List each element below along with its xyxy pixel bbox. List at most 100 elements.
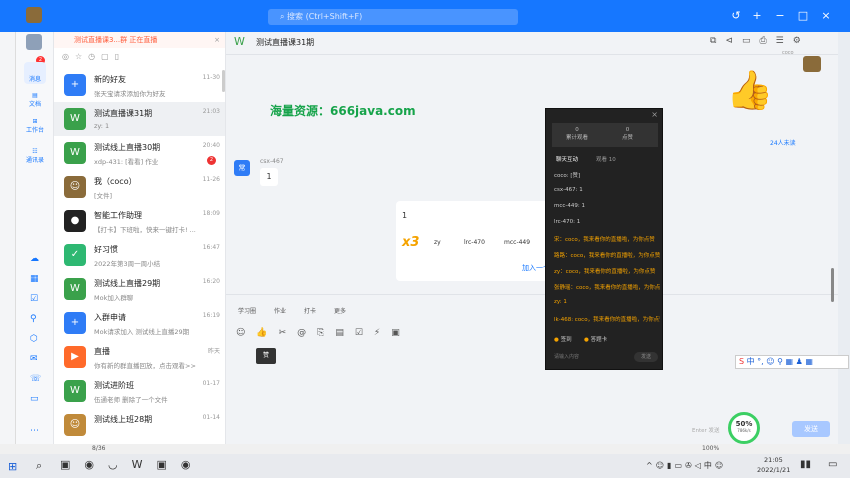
list-item[interactable]: W 测试直播课31期 zy: 1 21:03 — [54, 102, 225, 136]
list-item[interactable]: ● 智能工作助理 【打卡】下班啦，快来一键打卡! ... 18:09 — [54, 204, 225, 238]
read-count[interactable]: 24人未读 — [770, 138, 796, 147]
zoom-level[interactable]: 100% — [702, 445, 719, 452]
group-logo: W — [234, 35, 245, 48]
list-item-time: 昨天 — [207, 348, 220, 355]
chat-header-icons[interactable]: ⧉⊲▭⎙☰⚙ — [710, 36, 810, 46]
chat-line: coco: [赞] — [554, 173, 581, 179]
tab-chat[interactable]: 聊天互动 — [556, 155, 578, 163]
enter-hint: Enter 发送 — [692, 428, 720, 434]
search-input[interactable]: ⌕ 搜索 (Ctrl+Shift+F) — [268, 9, 518, 25]
repeat-count-value: 3 — [410, 235, 420, 250]
taskview-icon[interactable]: ▮▮ — [800, 459, 811, 470]
avatar: ● — [64, 210, 86, 232]
nav-docs[interactable]: ▤ 文档 — [24, 92, 46, 108]
desktop-left-rail — [0, 32, 16, 444]
input-toolbar[interactable]: ☺👍✂@⎘▤☑⚡▣ — [236, 328, 411, 338]
nav-contacts-label: 通讯录 — [25, 157, 44, 164]
repeat-count: x3 — [402, 235, 420, 250]
more-icon[interactable]: ⋯ — [30, 426, 39, 436]
list-item-time: 21:03 — [202, 108, 220, 115]
list-toolbar: ◎☆◷▢▯ — [62, 52, 126, 61]
chat-line: 张静瑶：coco，我来看你的直播啦，为你点赞 — [554, 285, 660, 291]
add-icon[interactable]: + — [750, 9, 764, 23]
list-item-time: 01-14 — [202, 414, 220, 421]
live-banner[interactable]: 测试直播课3...群 正在直播 × — [54, 32, 225, 48]
list-item-time: 11-26 — [202, 176, 220, 183]
overlay-input[interactable]: 请输入内容 — [554, 353, 579, 360]
mail-icon[interactable]: ✉ — [30, 354, 38, 364]
chat-line: zy: 1 — [554, 299, 567, 305]
stat-views: 0 累计观看 — [566, 127, 589, 141]
list-item-preview: 【打卡】下班啦，快来一键打卡! ... — [94, 226, 196, 234]
taskbar-apps[interactable]: ▣◉◡W▣◉ — [60, 458, 204, 471]
doc-icon: ▤ — [32, 92, 38, 99]
nav-workbench[interactable]: ⊞ 工作台 — [22, 118, 48, 134]
tooltip: 赞 — [256, 348, 276, 364]
close-icon[interactable]: × — [651, 110, 658, 119]
list-item[interactable]: ☺ 我（coco） [文件] 11-26 — [54, 170, 225, 204]
minimize-button[interactable]: − — [773, 9, 787, 23]
nav-messages[interactable]: 消息 — [24, 62, 46, 84]
list-item-preview: Mok请求加入 测试线上直播29期 — [94, 328, 190, 336]
chat-header-divider — [226, 54, 838, 55]
signin-option[interactable]: ● 签到 — [554, 335, 572, 343]
box-icon[interactable]: ⬡ — [30, 334, 38, 344]
stat-likes: 0 点赞 — [622, 127, 634, 141]
list-item[interactable]: W 测试进阶班 伍通老师 删除了一个文件 01-17 — [54, 374, 225, 408]
repeat-name-1: zy — [434, 239, 441, 246]
todo-icon[interactable]: ☑ — [30, 294, 38, 304]
nav-sidebar: 2 消息 ▤ 文档 ⊞ 工作台 ☷ 通讯录 ☁ ▦ ☑ ⚲ ⬡ ✉ ☏ ▭ ⋯ — [16, 32, 54, 444]
list-item[interactable]: ▶ 直播 你有新的群直播回放，点击观看>> 昨天 — [54, 340, 225, 374]
repeat-name-3: mcc-449 — [504, 239, 531, 246]
tab-viewers[interactable]: 观看 10 — [596, 155, 616, 163]
repeat-name-2: lrc-470 — [464, 239, 485, 246]
list-item[interactable]: ✓ 好习惯 2022年第3周一周小结 16:47 — [54, 238, 225, 272]
nav-workbench-label: 工作台 — [25, 127, 44, 134]
chat-line: 宋：coco，我来看你的直播啦，为你点赞 — [554, 237, 655, 243]
list-item-preview: 你有新的群直播回放，点击观看>> — [94, 362, 196, 370]
close-icon[interactable]: × — [214, 32, 220, 48]
tool-tab-2[interactable]: 作业 — [274, 306, 286, 315]
send-button[interactable]: 发送 — [792, 421, 830, 437]
list-item-name: 测试线上直播29期 — [94, 279, 161, 288]
avatar[interactable] — [26, 34, 42, 50]
close-button[interactable]: × — [819, 9, 833, 23]
calendar-icon[interactable]: ▦ — [30, 274, 39, 284]
tool-tab-3[interactable]: 打卡 — [304, 306, 316, 315]
search-icon[interactable]: ⌕ — [36, 459, 42, 473]
list-item[interactable]: + 入群申请 Mok请求加入 测试线上直播29期 16:19 — [54, 306, 225, 340]
overlay-send-button[interactable]: 发送 — [634, 352, 658, 362]
search-placeholder: 搜索 (Ctrl+Shift+F) — [287, 12, 363, 21]
notification-icon[interactable]: ▭ — [828, 459, 837, 470]
list-item-preview: 伍通老师 删除了一个文件 — [94, 396, 168, 404]
ime-toolbar[interactable]: S 中 °, ☺ ⚲ ▦ ♟ ▦ — [735, 355, 849, 369]
grid-icon: ⊞ — [32, 118, 38, 125]
sender-name: csx-467 — [260, 158, 284, 165]
list-item-name: 测试线上直播30期 — [94, 143, 161, 152]
history-icon[interactable]: ↺ — [729, 9, 743, 23]
list-item[interactable]: ☺ 测试线上班28期 01-14 — [54, 408, 225, 442]
tool-tab-4[interactable]: 更多 — [334, 306, 346, 315]
screen-icon[interactable]: ▭ — [30, 394, 39, 404]
nav-contacts[interactable]: ☷ 通讯录 — [22, 148, 48, 164]
chat-line: csx-467: 1 — [554, 187, 583, 193]
coco-avatar — [803, 56, 821, 72]
list-item-preview: 2022年第3周一周小结 — [94, 260, 161, 268]
phone-icon[interactable]: ☏ — [30, 374, 41, 384]
cloud-icon[interactable]: ☁ — [30, 254, 39, 264]
scrollbar[interactable] — [831, 268, 834, 302]
tray-icons[interactable]: ^☺▮▭✇◁中☺ — [646, 460, 726, 471]
list-scrollbar[interactable] — [222, 70, 225, 92]
list-item[interactable]: W 测试线上直播29期 Mok加入群聊 16:20 — [54, 272, 225, 306]
chat-panel: W 测试直播课31期 ⧉⊲▭⎙☰⚙ 海量资源：666java.com 👍 coc… — [226, 32, 838, 444]
tool-tab-1[interactable]: 学习圈 — [238, 306, 256, 315]
start-icon[interactable]: ⊞ — [8, 460, 17, 473]
list-item-preview: xdp-431: [看看] 作业 — [94, 158, 159, 166]
avatar: ✓ — [64, 244, 86, 266]
maximize-button[interactable]: □ — [796, 9, 810, 23]
avatar: W — [64, 380, 86, 402]
list-item[interactable]: + 新的好友 张天宝请求添加你为好友 11-30 — [54, 68, 225, 102]
list-item[interactable]: W 测试线上直播30期 xdp-431: [看看] 作业 20:40 2 — [54, 136, 225, 170]
pin-icon[interactable]: ⚲ — [30, 314, 37, 324]
quiz-option[interactable]: ● 答题卡 — [584, 335, 607, 343]
